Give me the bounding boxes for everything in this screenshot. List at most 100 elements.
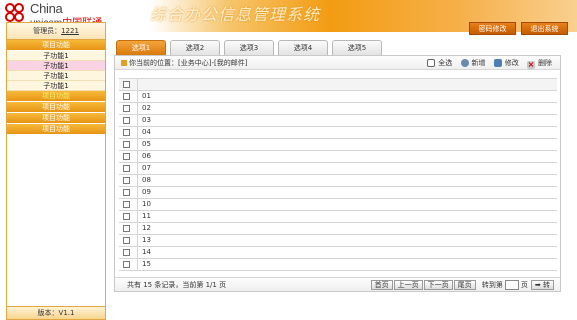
admin-label: 管理员： (33, 27, 62, 35)
version-label: 版本：V1.1 (7, 306, 105, 319)
table-row[interactable]: 12 (119, 223, 557, 235)
row-number: 11 (142, 212, 151, 220)
breadcrumb-text: 你当前的位置：[业务中心]-[我的邮件] (129, 59, 248, 67)
row-checkbox[interactable] (123, 129, 130, 136)
row-number: 04 (142, 128, 151, 136)
row-checkbox[interactable] (123, 249, 130, 256)
tab-4[interactable]: 选项4 (278, 40, 328, 55)
row-number: 02 (142, 104, 151, 112)
table-row[interactable]: 11 (119, 211, 557, 223)
table-row[interactable]: 03 (119, 115, 557, 127)
column-divider (137, 247, 138, 258)
table-row[interactable]: 04 (119, 127, 557, 139)
column-divider (137, 127, 138, 138)
grid-icon (121, 60, 127, 66)
row-number: 01 (142, 92, 151, 100)
table-row[interactable]: 13 (119, 235, 557, 247)
row-checkbox[interactable] (123, 225, 130, 232)
mail-table: 01 02 03 04 05 06 07 08 09 10 11 12 13 14 15 (119, 78, 557, 271)
system-title: 综合办公信息管理系统 (150, 5, 321, 24)
row-number: 07 (142, 164, 151, 172)
first-page-button[interactable]: 首页 (370, 280, 393, 290)
row-checkbox[interactable] (123, 105, 130, 112)
tab-5[interactable]: 选项5 (332, 40, 382, 55)
column-divider (137, 187, 138, 198)
row-number: 10 (142, 200, 151, 208)
add-label: 新增 (471, 59, 486, 67)
delete-label: 删除 (538, 59, 552, 67)
sidebar-menu-2[interactable]: 项目功能 (7, 91, 105, 102)
unicom-knot-icon (5, 3, 24, 22)
row-number: 08 (142, 176, 151, 184)
tab-1[interactable]: 选项1 (116, 40, 166, 55)
record-summary: 共有 15 条记录，当前第 1/1 页 (127, 281, 227, 289)
change-password-button[interactable]: 密码修改 (469, 22, 516, 35)
sidebar-menu-4[interactable]: 项目功能 (7, 113, 105, 124)
table-row[interactable]: 06 (119, 151, 557, 163)
table-row[interactable]: 10 (119, 199, 557, 211)
delete-button[interactable]: × 删除 (527, 58, 552, 69)
row-number: 14 (142, 248, 151, 256)
column-divider (137, 211, 138, 222)
header-checkbox[interactable] (123, 81, 130, 88)
page-number-input[interactable] (504, 280, 519, 290)
tab-2[interactable]: 选项2 (170, 40, 220, 55)
add-icon (460, 59, 469, 67)
column-divider (137, 139, 138, 150)
row-checkbox[interactable] (123, 177, 130, 184)
pager: 首页 上一页 下一页 尾页 转到第 页 ➡ 转 (370, 280, 554, 290)
content-panel: 你当前的位置：[业务中心]-[我的邮件] 全选 新增 修改 × 删除 01 02 03… (114, 55, 561, 292)
add-button[interactable]: 新增 (460, 58, 486, 68)
edit-button[interactable]: 修改 (493, 58, 519, 68)
row-checkbox[interactable] (123, 189, 130, 196)
logout-button[interactable]: 退出系统 (521, 22, 568, 35)
sidebar-subitem-1[interactable]: 子功能1 (7, 51, 105, 61)
row-checkbox[interactable] (123, 165, 130, 172)
row-checkbox[interactable] (123, 201, 130, 208)
table-row[interactable]: 07 (119, 163, 557, 175)
table-row[interactable]: 08 (119, 175, 557, 187)
edit-label: 修改 (504, 59, 519, 67)
jump-label: 转到第 (481, 281, 503, 289)
sidebar-subitem-3[interactable]: 子功能1 (7, 71, 105, 81)
table-row[interactable]: 15 (119, 259, 557, 271)
row-checkbox[interactable] (123, 261, 130, 268)
select-all-button[interactable]: 全选 (427, 58, 452, 68)
row-checkbox[interactable] (123, 213, 130, 220)
column-divider (137, 175, 138, 186)
table-row[interactable]: 01 (119, 91, 557, 103)
prev-page-button[interactable]: 上一页 (393, 280, 423, 290)
row-checkbox[interactable] (123, 141, 130, 148)
pagination-bar: 共有 15 条记录，当前第 1/1 页 首页 上一页 下一页 尾页 转到第 页 ➡ 转 (115, 277, 560, 291)
next-page-button[interactable]: 下一页 (423, 280, 453, 290)
last-page-button[interactable]: 尾页 (453, 280, 476, 290)
row-number: 13 (142, 236, 151, 244)
page-unit-label: 页 (520, 281, 528, 289)
sidebar-subitem-4[interactable]: 子功能1 (7, 81, 105, 91)
row-checkbox[interactable] (123, 237, 130, 244)
column-divider (137, 163, 138, 174)
row-number: 05 (142, 140, 151, 148)
table-row[interactable]: 05 (119, 139, 557, 151)
sidebar-subitem-2[interactable]: 子功能1 (7, 61, 105, 71)
toolbar: 你当前的位置：[业务中心]-[我的邮件] 全选 新增 修改 × 删除 (115, 56, 560, 70)
table-row[interactable]: 02 (119, 103, 557, 115)
delete-icon: × (527, 60, 535, 69)
sidebar-menu-5[interactable]: 项目功能 (7, 124, 105, 135)
column-divider (137, 235, 138, 246)
row-checkbox[interactable] (123, 93, 130, 100)
sidebar-menu-1[interactable]: 项目功能 (7, 40, 105, 51)
go-button[interactable]: ➡ 转 (530, 280, 554, 290)
edit-icon (493, 59, 502, 67)
tab-3[interactable]: 选项3 (224, 40, 274, 55)
row-checkbox[interactable] (123, 117, 130, 124)
admin-info: 管理员：1221 (7, 23, 105, 40)
row-number: 12 (142, 224, 151, 232)
column-divider (137, 223, 138, 234)
action-bar: 全选 新增 修改 × 删除 (421, 58, 552, 69)
row-checkbox[interactable] (123, 153, 130, 160)
admin-name[interactable]: 1221 (61, 27, 79, 35)
table-row[interactable]: 14 (119, 247, 557, 259)
sidebar-menu-3[interactable]: 项目功能 (7, 102, 105, 113)
table-row[interactable]: 09 (119, 187, 557, 199)
